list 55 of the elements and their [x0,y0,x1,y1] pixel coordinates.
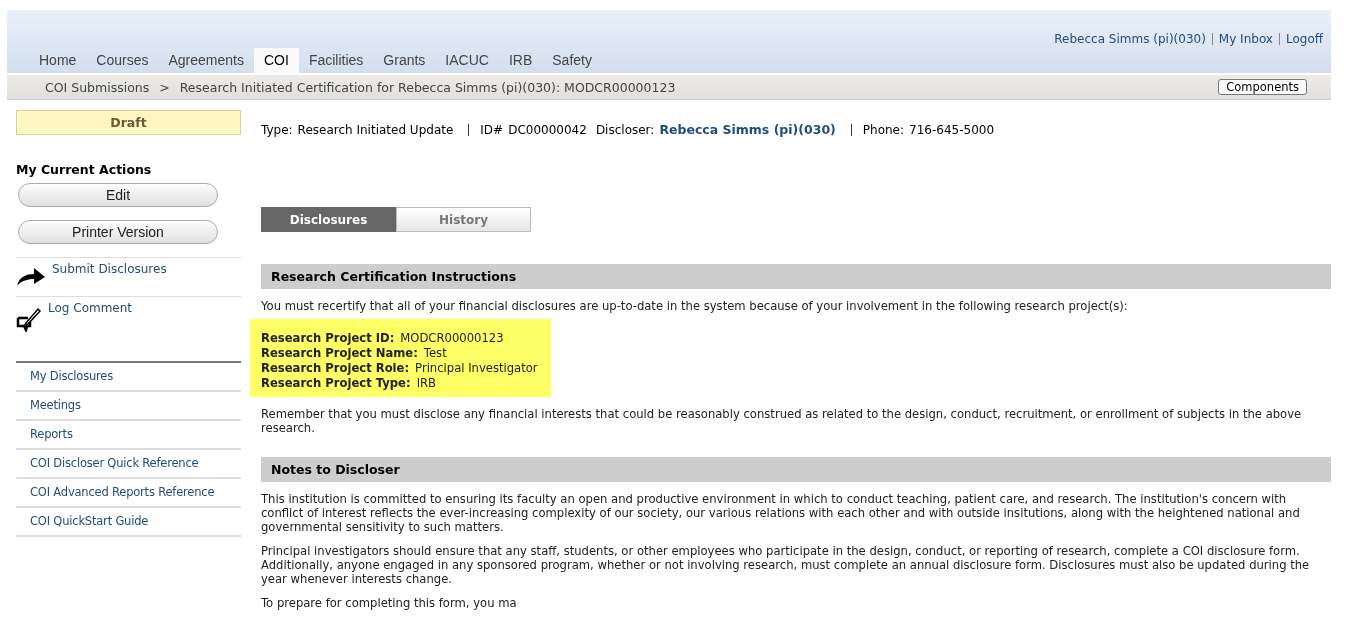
content-tab[interactable]: History [396,207,531,232]
sidebar-link[interactable]: COI Discloser Quick Reference [16,450,241,479]
section-heading: Notes to Discloser [261,457,1331,482]
nav-tab[interactable]: Safety [542,48,602,73]
nav-tab[interactable]: Home [29,48,87,73]
field-value: Rebecca Simms (pi)(030) [659,122,836,137]
action-button[interactable]: Edit [18,183,218,207]
field-label: Discloser: [595,122,655,137]
field-label: Research Project Type: [261,376,411,390]
field-label: Research Project ID: [261,331,395,345]
nav-tab[interactable]: Agreements [158,48,254,73]
sidebar-link[interactable]: Meetings [16,392,241,421]
pen-comment-icon [16,306,42,332]
header-link[interactable]: Logoff [1285,32,1323,46]
field-label: ID# [480,122,504,137]
action-link[interactable]: Submit Disclosures [52,262,167,276]
action-link[interactable]: Log Comment [48,301,133,315]
section-title: My Current Actions [16,162,153,177]
sidebar-link[interactable]: COI QuickStart Guide [16,508,241,537]
breadcrumb-separator: > [159,79,170,95]
paragraph: To prepare for completing this form, you ma [261,596,518,610]
sidebar-link[interactable]: My Disclosures [16,363,241,392]
field-value: Principal Investigator [415,361,538,375]
breadcrumb-link[interactable]: COI Submissions [45,79,150,95]
section-heading: Research Certification Instructions [261,264,1331,289]
content-tab[interactable]: Disclosures [261,207,396,232]
note-text: Remember that you must disclose any financial interests that could be reasonably construed as related to the design, conduct, recruitment, or enrollment of subjects in the above research. [261,407,1303,435]
arrow-icon [16,267,46,287]
paragraph: This institution is committed to ensuring its faculty an open and productive environment in which to conduct teaching, patient care, and research. The institution's concern with conflict of interest reflects the ever-increasing complexity of our society, our various relations with each other and with outside insitutions, along with the heightened national and governmental sensitivity to such matters. [261,492,1301,534]
action-button[interactable]: Printer Version [18,220,218,244]
field-label: Research Project Role: [261,361,410,375]
header-link[interactable]: Rebecca Simms (pi)(030) [1054,32,1206,46]
sidebar-link[interactable]: Reports [16,421,241,450]
field-value: Research Initiated Update [297,122,454,137]
nav-tab[interactable]: Facilities [298,48,374,73]
field-label: Phone: [862,122,905,137]
instruction-text: You must recertify that all of your financial disclosures are up-to-date in the system because of your involvement in the following research project(s): [261,299,1129,313]
nav-tab[interactable]: IRB [498,48,543,73]
field-value: Test [423,346,447,360]
breadcrumb-link[interactable]: Research Initiated Certification for Rebecca Simms (pi)(030): MODCR00000123 [179,79,676,95]
field-value: MODCR00000123 [400,331,504,345]
field-value: 716-645-5000 [909,122,995,137]
field-value: IRB [416,376,437,390]
sidebar-link[interactable]: COI Advanced Reports Reference [16,479,241,508]
status-badge: Draft [16,110,241,135]
field-label: Research Project Name: [261,346,418,360]
nav-tab[interactable]: Courses [86,48,159,73]
field-label: Type: [261,122,293,137]
nav-tab[interactable]: COI [254,48,299,73]
paragraph: Principal investigators should ensure that any staff, students, or other employees who participate in the design, conduct, or reporting of research, complete a COI disclosure form. Additionally, anyone engaged in any sponsored program, whether or not involving research, must complete an annual disclosure form. Disclosures must also be updated during the year whenever interests change. [261,544,1311,586]
header-link[interactable]: My Inbox [1218,32,1273,46]
field-value: DC00000042 [508,122,587,137]
nav-tab[interactable]: Grants [373,48,436,73]
nav-tab[interactable]: IACUC [435,48,499,73]
components-button[interactable]: Components [1218,79,1307,95]
